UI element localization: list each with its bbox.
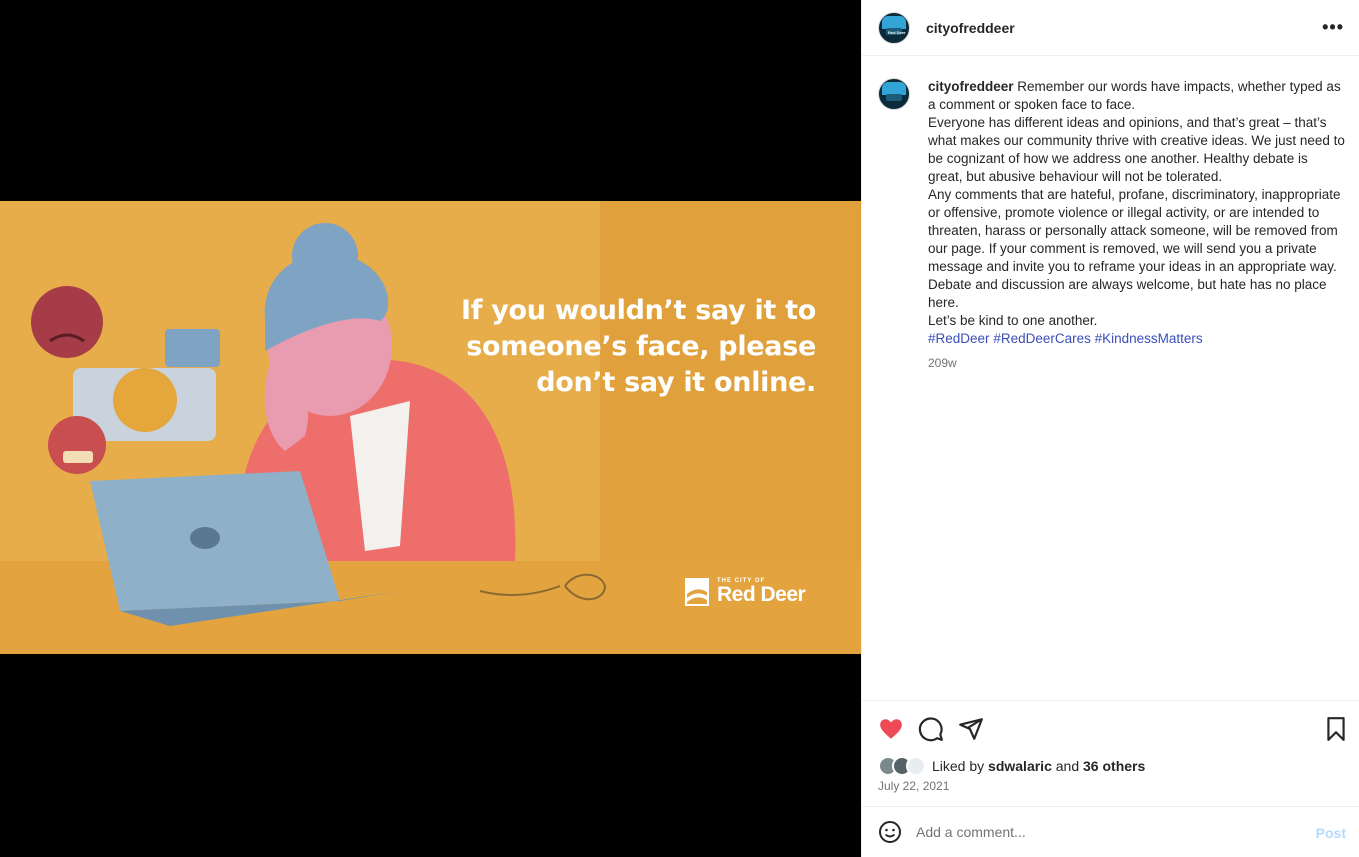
bookmark-icon[interactable] <box>1323 716 1349 742</box>
liker-avatar-3[interactable] <box>906 756 926 776</box>
liked-by-and: and <box>1055 758 1080 774</box>
red-deer-logo-mark-icon <box>685 578 709 606</box>
heart-filled-icon[interactable] <box>878 716 904 742</box>
emoji-icon[interactable] <box>878 820 902 844</box>
city-logo: THE CITY OF Red Deer <box>683 576 806 608</box>
caption-paragraph-3: Any comments that are hateful, profane, … <box>928 187 1341 274</box>
send-icon[interactable] <box>958 716 984 742</box>
avatar[interactable]: Red Deer <box>878 11 910 44</box>
caption-paragraph-5: Let’s be kind to one another. <box>928 313 1098 328</box>
post-comment-button[interactable]: Post <box>1316 825 1346 841</box>
liked-by-prefix: Liked by <box>932 758 985 774</box>
caption-time-ago[interactable]: 209w <box>928 354 1346 372</box>
header-username[interactable]: cityofreddeer <box>926 20 1015 36</box>
liker-avatars <box>878 756 930 776</box>
instagram-post-view: If you wouldn’t say it to someone’s face… <box>0 0 1359 857</box>
caption-block: cityofreddeer Remember our words have im… <box>878 78 1348 372</box>
liked-by-others[interactable]: 36 others <box>1083 758 1145 774</box>
caption-avatar[interactable] <box>878 78 910 110</box>
caption-username[interactable]: cityofreddeer <box>928 79 1014 94</box>
hashtags: #RedDeer #RedDeerCares #KindnessMatters <box>928 330 1346 348</box>
image-headline: If you wouldn’t say it to someone’s face… <box>440 293 816 401</box>
comment-icon[interactable] <box>918 716 944 742</box>
hashtag-reddeer[interactable]: #RedDeer <box>928 331 990 346</box>
brand-name: Red Deer <box>717 583 806 606</box>
caption-text: cityofreddeer Remember our words have im… <box>928 78 1346 372</box>
more-options-icon[interactable]: ••• <box>1322 18 1344 36</box>
likes-summary: Liked by sdwalaric and 36 others <box>878 756 1145 776</box>
hashtag-kindnessmatters[interactable]: #KindnessMatters <box>1095 331 1203 346</box>
hashtag-reddeercares[interactable]: #RedDeerCares <box>993 331 1091 346</box>
caption-paragraph-4: Debate and discussion are always welcome… <box>928 277 1327 310</box>
comment-input[interactable] <box>916 824 1296 840</box>
liked-by-user[interactable]: sdwalaric <box>988 758 1052 774</box>
post-header: Red Deer cityofreddeer ••• <box>862 0 1359 56</box>
post-date[interactable]: July 22, 2021 <box>878 779 949 793</box>
post-details-panel: Red Deer cityofreddeer ••• cityofreddeer… <box>861 0 1359 857</box>
headline-line-2: someone’s face, please <box>466 331 816 362</box>
headline-line-1: If you wouldn’t say it to <box>460 295 816 326</box>
media-panel: If you wouldn’t say it to someone’s face… <box>0 0 861 857</box>
caption-paragraph-2: Everyone has different ideas and opinion… <box>928 115 1345 184</box>
headline-line-3: don’t say it online. <box>536 367 816 398</box>
action-bar <box>862 700 1359 752</box>
comment-bar: Post <box>862 806 1359 857</box>
post-image[interactable]: If you wouldn’t say it to someone’s face… <box>0 201 861 654</box>
avatar-label: Red Deer <box>888 29 906 35</box>
likes-text[interactable]: Liked by sdwalaric and 36 others <box>932 758 1145 774</box>
